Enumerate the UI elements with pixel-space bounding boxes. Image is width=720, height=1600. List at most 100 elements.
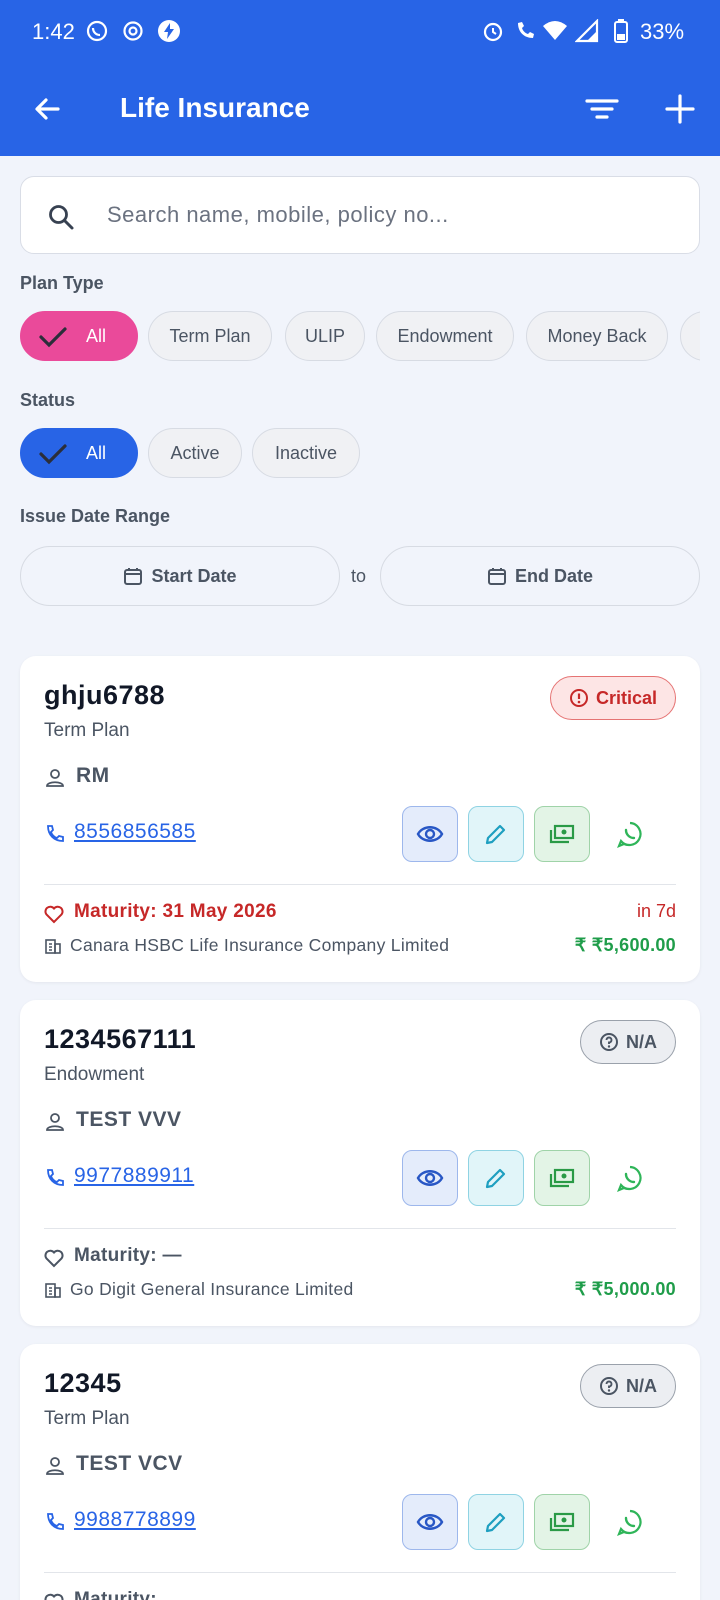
plan-type: Term Plan bbox=[44, 1408, 130, 1429]
chip-plan-money-back[interactable]: Money Back bbox=[526, 311, 668, 361]
policy-number: 1234567111 bbox=[44, 1024, 197, 1054]
pencil-icon bbox=[485, 1168, 506, 1189]
phone-icon bbox=[47, 825, 64, 842]
eye-icon bbox=[416, 826, 444, 842]
payment-button[interactable] bbox=[534, 1150, 590, 1206]
chip-plan-endowment[interactable]: Endowment bbox=[376, 311, 514, 361]
chip-label: Money Back bbox=[547, 325, 647, 346]
chip-label: All bbox=[85, 325, 106, 346]
battery-percent: 33% bbox=[640, 19, 685, 44]
bolt-notification-icon bbox=[156, 18, 182, 44]
person-icon bbox=[46, 1457, 64, 1475]
battery-icon bbox=[608, 18, 634, 44]
badge-label: N/A bbox=[626, 1031, 657, 1052]
date-range-to: to bbox=[351, 566, 367, 586]
plan-type-label: Plan Type bbox=[20, 273, 104, 293]
maturity-date: Maturity: — bbox=[74, 1245, 182, 1266]
signal-icon bbox=[574, 18, 600, 44]
back-arrow-icon[interactable] bbox=[28, 89, 68, 129]
start-date-button[interactable]: Start Date bbox=[20, 546, 340, 606]
chip-status-inactive[interactable]: Inactive bbox=[252, 428, 360, 478]
whatsapp-button[interactable] bbox=[602, 1494, 658, 1550]
card-divider bbox=[44, 884, 676, 885]
chip-plan-term[interactable]: Term Plan bbox=[148, 311, 272, 361]
policy-card[interactable]: 1234567111 Endowment N/A TEST VVV 997788… bbox=[20, 1000, 700, 1326]
add-icon[interactable] bbox=[660, 89, 700, 129]
heart-icon bbox=[44, 905, 64, 924]
card-divider bbox=[44, 1572, 676, 1573]
building-icon bbox=[45, 1283, 61, 1298]
eye-icon bbox=[416, 1514, 444, 1530]
edit-button[interactable] bbox=[468, 806, 524, 862]
policy-number: ghju6788 bbox=[44, 680, 166, 710]
cash-icon bbox=[549, 824, 575, 844]
building-icon bbox=[45, 939, 61, 954]
whatsapp-button[interactable] bbox=[602, 1150, 658, 1206]
status-badge: Critical bbox=[550, 676, 676, 720]
eye-icon bbox=[416, 1170, 444, 1186]
pencil-icon bbox=[485, 1512, 506, 1533]
whatsapp-icon bbox=[617, 821, 642, 848]
phone-icon bbox=[47, 1169, 64, 1186]
status-time: 1:42 bbox=[32, 19, 75, 44]
heart-icon bbox=[44, 1593, 64, 1600]
chip-status-all[interactable]: All bbox=[20, 428, 138, 478]
sync-notification-icon bbox=[120, 18, 146, 44]
alert-icon bbox=[569, 689, 588, 707]
start-date-label: Start Date bbox=[151, 565, 237, 586]
cash-icon bbox=[549, 1168, 575, 1188]
insurer-name: Canara HSBC Life Insurance Company Limit… bbox=[70, 935, 450, 955]
whatsapp-icon bbox=[617, 1165, 642, 1192]
cash-icon bbox=[549, 1512, 575, 1532]
whatsapp-icon bbox=[617, 1509, 642, 1536]
status-bar: 1:42 33% bbox=[0, 0, 720, 62]
filter-icon[interactable] bbox=[582, 89, 622, 129]
phone-link[interactable]: 9977889911 bbox=[74, 1164, 194, 1188]
phone-link[interactable]: 9988778899 bbox=[74, 1508, 196, 1532]
premium-amount: ₹ ₹5,000.00 bbox=[574, 1279, 676, 1299]
search-input[interactable] bbox=[107, 193, 667, 237]
maturity-countdown: in 7d bbox=[636, 901, 676, 921]
chip-plan-ulip[interactable]: ULIP bbox=[285, 311, 365, 361]
status-badge: N/A bbox=[580, 1020, 676, 1064]
chip-label: ULIP bbox=[304, 325, 346, 346]
payment-button[interactable] bbox=[534, 1494, 590, 1550]
badge-label: Critical bbox=[595, 687, 658, 708]
chip-label: Inactive bbox=[274, 442, 338, 463]
policy-card[interactable]: ghju6788 Term Plan Critical RM 855685658… bbox=[20, 656, 700, 982]
end-date-label: End Date bbox=[514, 565, 593, 586]
person-icon bbox=[46, 769, 64, 787]
premium-amount: ₹ ₹5,600.00 bbox=[574, 935, 676, 955]
calendar-icon bbox=[124, 568, 143, 585]
maturity-date: Maturity: 31 May 2026 bbox=[74, 901, 277, 922]
policy-card[interactable]: 12345 Term Plan N/A TEST VCV 9988778899 … bbox=[20, 1344, 700, 1600]
pencil-icon bbox=[485, 824, 506, 845]
phone-icon bbox=[47, 1513, 64, 1530]
whatsapp-notification-icon bbox=[84, 18, 110, 44]
wifi-calling-icon bbox=[512, 18, 538, 44]
view-button[interactable] bbox=[402, 1150, 458, 1206]
alarm-icon bbox=[480, 18, 506, 44]
edit-button[interactable] bbox=[468, 1494, 524, 1550]
edit-button[interactable] bbox=[468, 1150, 524, 1206]
chip-label: Active bbox=[170, 442, 220, 463]
badge-label: N/A bbox=[626, 1375, 657, 1396]
policy-holder: TEST VVV bbox=[76, 1108, 182, 1131]
view-button[interactable] bbox=[402, 806, 458, 862]
chip-plan-more[interactable] bbox=[680, 311, 700, 361]
phone-link[interactable]: 8556856585 bbox=[74, 820, 196, 844]
whatsapp-button[interactable] bbox=[602, 806, 658, 862]
status-label: Status bbox=[20, 390, 76, 410]
person-icon bbox=[46, 1113, 64, 1131]
chip-label: Term Plan bbox=[169, 325, 251, 346]
search-box bbox=[20, 176, 700, 254]
check-icon bbox=[39, 444, 67, 465]
status-badge: N/A bbox=[580, 1364, 676, 1408]
payment-button[interactable] bbox=[534, 806, 590, 862]
help-icon bbox=[600, 1033, 618, 1051]
chip-status-active[interactable]: Active bbox=[148, 428, 242, 478]
chip-plan-all[interactable]: All bbox=[20, 311, 138, 361]
view-button[interactable] bbox=[402, 1494, 458, 1550]
app-bar: Life Insurance bbox=[0, 62, 720, 156]
end-date-button[interactable]: End Date bbox=[380, 546, 700, 606]
